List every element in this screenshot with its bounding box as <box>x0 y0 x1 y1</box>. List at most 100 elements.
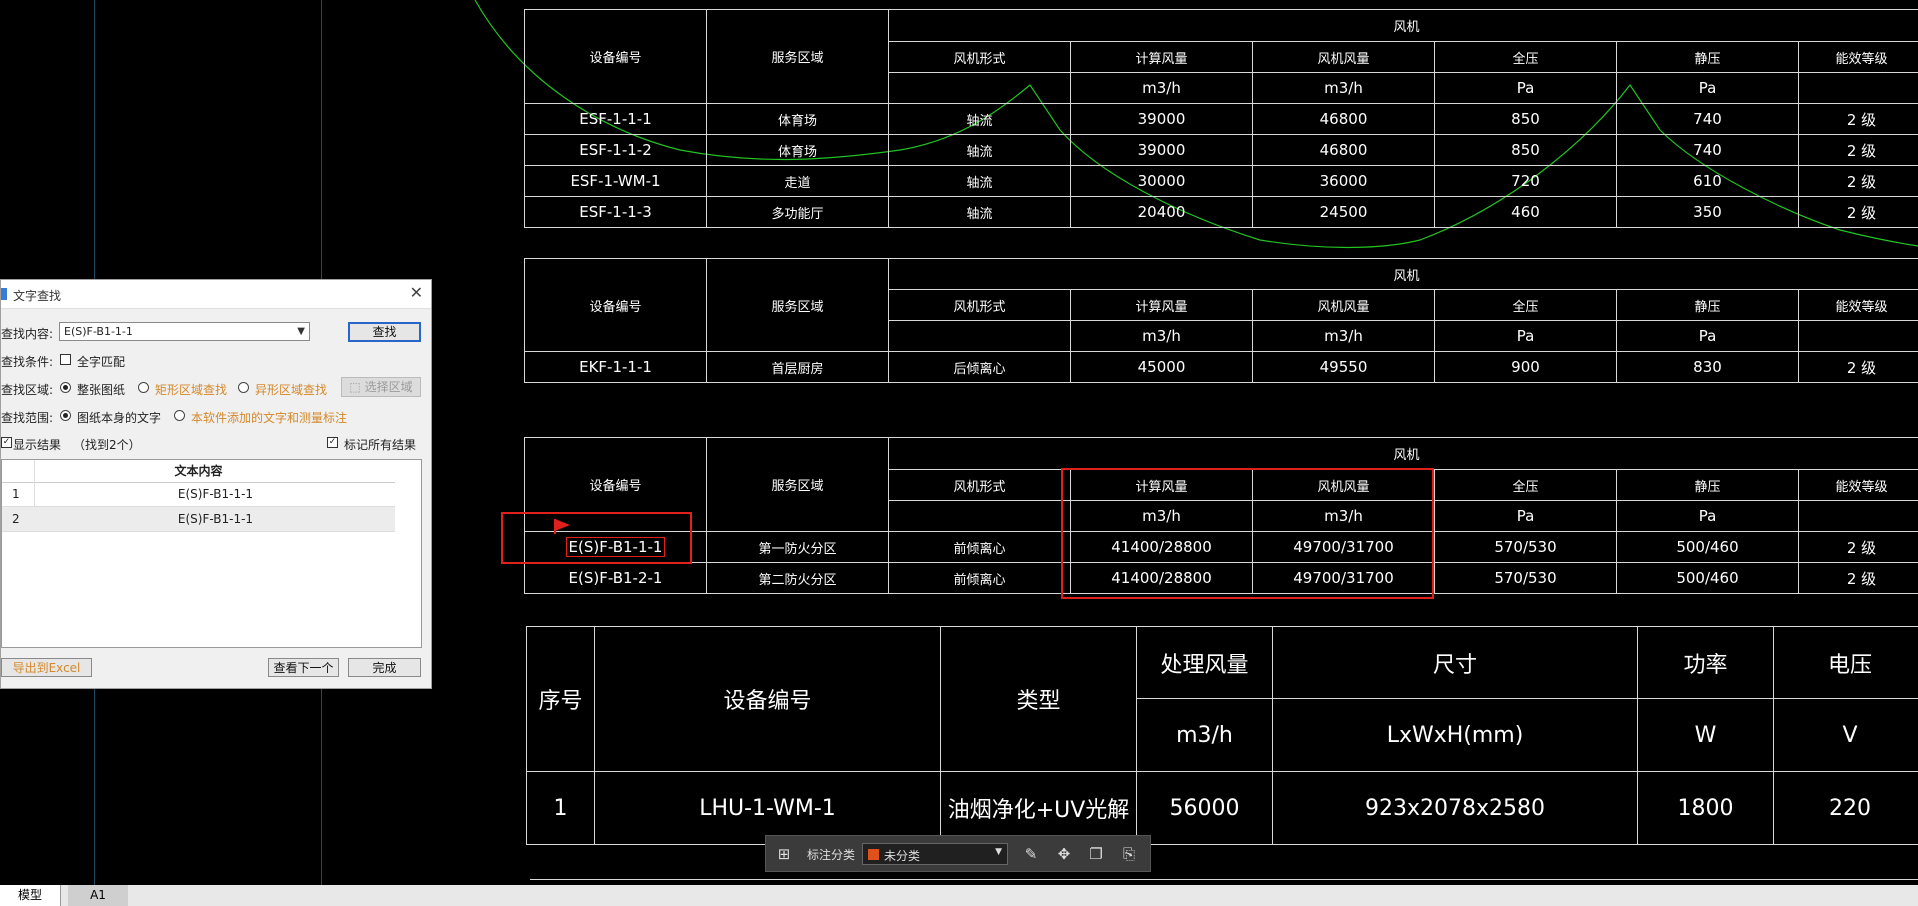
cell: EKF-1-1-1 <box>524 351 707 383</box>
cell: 油烟净化+UV光解 <box>940 771 1137 845</box>
cell: 610 <box>1616 165 1799 197</box>
unit-cell <box>888 320 1071 352</box>
cell: 49700/31700 <box>1252 562 1435 594</box>
done-button[interactable]: 完成 <box>348 658 421 677</box>
row-number: 1 <box>12 487 20 501</box>
export-excel-button[interactable]: 导出到Excel <box>1 658 92 677</box>
th-efficiency: 能效等级 <box>1797 41 1918 73</box>
whole-word-checkbox[interactable] <box>60 354 71 365</box>
chevron-down-icon[interactable]: ▼ <box>297 323 305 340</box>
unit-cell: m3/h <box>1070 320 1253 352</box>
cell: 30000 <box>1070 165 1253 197</box>
scope-drawing-radio[interactable] <box>60 410 71 421</box>
result-row-selected[interactable]: 2 E(S)F-B1-1-1 <box>2 507 395 532</box>
unit-cell: V <box>1773 698 1918 772</box>
dialog-titlebar[interactable]: 文字查找 ✕ <box>1 280 431 309</box>
row-text: E(S)F-B1-1-1 <box>177 512 254 526</box>
cell: 460 <box>1434 196 1617 228</box>
cell-found-match[interactable]: E(S)F-B1-1-1 <box>524 531 707 563</box>
cell: 740 <box>1616 134 1799 166</box>
area-rect-label: 矩形区域查找 <box>155 383 228 397</box>
th-device-no: 设备编号 <box>524 9 707 104</box>
th-fan: 风机 <box>887 258 1918 290</box>
area-label: 查找区域: <box>1 383 54 397</box>
th-service-area: 服务区域 <box>706 437 889 532</box>
th-total-press: 全压 <box>1434 469 1617 501</box>
th-fan-type: 风机形式 <box>888 41 1071 73</box>
next-button[interactable]: 查看下一个 <box>268 658 339 677</box>
area-rect-radio[interactable] <box>138 382 149 393</box>
cell: 2 级 <box>1797 134 1918 166</box>
table-row: E(S)F-B1-2-1 第二防火分区 前倾离心 41400/28800 49700/3… <box>524 562 1918 594</box>
cell: 2 级 <box>1797 531 1918 563</box>
th-service-area: 服务区域 <box>706 258 889 352</box>
fan-table-1: 设备编号 服务区域 风机 风机形式 计算风量 风机风量 全压 静压 能效等级 m… <box>524 9 1918 228</box>
mark-all-checkbox[interactable]: ✓ <box>327 437 338 448</box>
close-icon[interactable]: ✕ <box>410 283 423 302</box>
th-fan: 风机 <box>887 9 1918 42</box>
th-device-no: 设备编号 <box>594 626 941 772</box>
th-fan-type: 风机形式 <box>888 469 1071 501</box>
unit-cell: m3/h <box>1070 72 1253 104</box>
cell: 后倾离心 <box>888 351 1071 383</box>
table-row: E(S)F-B1-1-1 第一防火分区 前倾离心 41400/28800 49700/3… <box>524 531 1918 563</box>
th-static-press: 静压 <box>1616 469 1799 501</box>
cell: 多功能厅 <box>706 196 889 228</box>
th-static-press: 静压 <box>1616 289 1799 321</box>
grid-icon[interactable]: ⊞ <box>775 845 793 863</box>
th-voltage: 电压 <box>1773 626 1918 699</box>
scope-added-radio[interactable] <box>174 410 185 421</box>
category-label: 标注分类 <box>807 848 856 862</box>
unit-cell: m3/h <box>1252 72 1435 104</box>
cell: 41400/28800 <box>1070 562 1253 594</box>
paste-icon[interactable]: ⎘ <box>1120 845 1138 863</box>
area-whole-radio[interactable] <box>60 382 71 393</box>
show-results-checkbox[interactable]: ✓ <box>1 437 12 448</box>
cell: 49550 <box>1252 351 1435 383</box>
th-fan-type: 风机形式 <box>888 289 1071 321</box>
cell: ESF-1-WM-1 <box>524 165 707 197</box>
cell: 2 级 <box>1797 562 1918 594</box>
cell: 740 <box>1616 103 1799 135</box>
scope-drawing-label: 图纸本身的文字 <box>77 411 162 425</box>
cell: LHU-1-WM-1 <box>594 771 941 845</box>
whole-word-label: 全字匹配 <box>77 355 126 369</box>
cell: 350 <box>1616 196 1799 228</box>
find-button[interactable]: 查找 <box>348 322 421 342</box>
find-input[interactable]: E(S)F-B1-1-1 ▼ <box>59 322 310 341</box>
th-service-area: 服务区域 <box>706 9 889 104</box>
category-select[interactable]: 未分类 ▼ <box>862 843 1008 865</box>
edit-icon[interactable]: ✎ <box>1022 845 1040 863</box>
area-shape-radio[interactable] <box>238 382 249 393</box>
table-row: ESF-1-1-1 体育场 轴流 39000 46800 850 740 2 级 <box>524 103 1918 135</box>
unit-cell: m3/h <box>1136 698 1273 772</box>
cell: 39000 <box>1070 134 1253 166</box>
fan-table-2: 设备编号 服务区域 风机 风机形式 计算风量 风机风量 全压 静压 能效等级 m… <box>524 258 1918 383</box>
cell: 24500 <box>1252 196 1435 228</box>
tab-model[interactable]: 模型 <box>0 885 61 906</box>
layout-tabs: 模型 A1 <box>0 885 1918 906</box>
cell: 500/460 <box>1616 531 1799 563</box>
cell: 220 <box>1773 771 1918 845</box>
cell: 45000 <box>1070 351 1253 383</box>
dialog-title: 文字查找 <box>13 289 62 303</box>
unit-cell: Pa <box>1434 320 1617 352</box>
find-value: E(S)F-B1-1-1 <box>64 325 133 338</box>
search-highlight: E(S)F-B1-1-1 <box>565 537 666 557</box>
unit-cell: m3/h <box>1252 500 1435 532</box>
th-seq: 序号 <box>526 626 595 772</box>
cell: 第一防火分区 <box>706 531 889 563</box>
tab-a1[interactable]: A1 <box>68 885 128 906</box>
th-static-press: 静压 <box>1616 41 1799 73</box>
copy-icon[interactable]: ❐ <box>1087 845 1105 863</box>
result-row[interactable]: 1 E(S)F-B1-1-1 <box>2 482 395 507</box>
move-icon[interactable]: ✥ <box>1055 845 1073 863</box>
unit-cell: LxWxH(mm) <box>1272 698 1638 772</box>
select-area-button[interactable]: ⬚ 选择区域 <box>341 377 421 397</box>
fan-table-3: 设备编号 服务区域 风机 风机形式 计算风量 风机风量 全压 静压 能效等级 m… <box>524 437 1918 594</box>
show-results-label: 显示结果 <box>13 438 62 452</box>
results-grid[interactable]: 文本内容 1 E(S)F-B1-1-1 2 E(S)F-B1-1-1 <box>1 459 422 648</box>
cell: 720 <box>1434 165 1617 197</box>
th-total-press: 全压 <box>1434 41 1617 73</box>
cell: ESF-1-1-3 <box>524 196 707 228</box>
